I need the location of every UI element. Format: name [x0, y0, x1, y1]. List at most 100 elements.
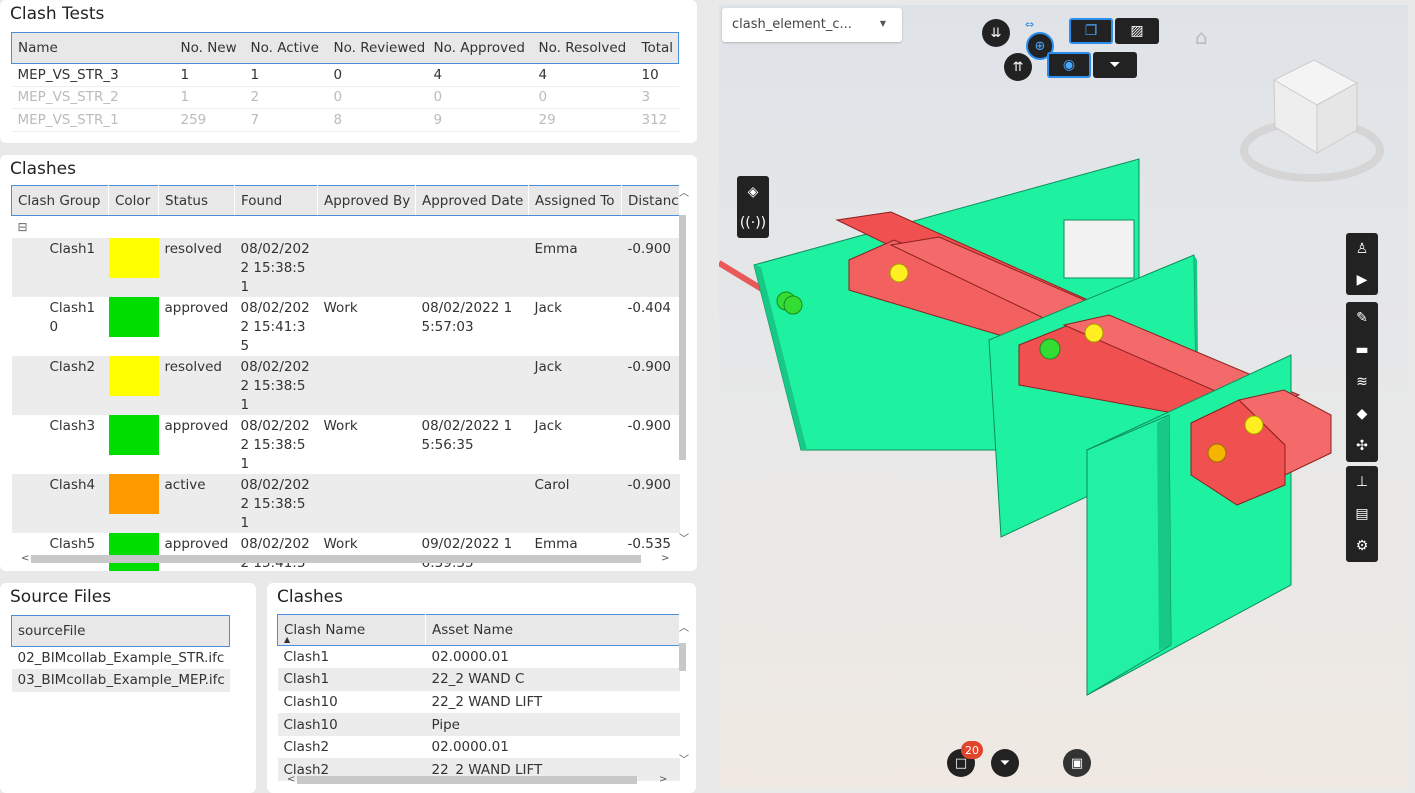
broadcast-icon[interactable]: ((·))	[737, 207, 769, 238]
clash-asset-row[interactable]: Clash1 22_2 WAND C	[277, 668, 680, 691]
clash-assets-title: Clashes	[277, 587, 343, 607]
column-header[interactable]: No. New	[174, 32, 245, 64]
scroll-down-icon[interactable]: ﹀	[679, 530, 689, 545]
column-header[interactable]: Assigned To	[528, 185, 622, 216]
clash-asset-row[interactable]: Clash2 02.0000.01	[278, 736, 680, 759]
properties-icon[interactable]: ▤	[1346, 498, 1378, 530]
wall-opening	[1063, 219, 1135, 279]
column-header[interactable]: No. Resolved	[532, 32, 636, 64]
arrow-up-icon[interactable]: ⇈	[1004, 53, 1032, 81]
clash-distance-cell: -0.900	[621, 238, 680, 297]
copy-icon[interactable]: ❐	[1069, 18, 1113, 44]
clash-asset-row[interactable]: Clash10 Pipe	[277, 713, 680, 736]
column-header[interactable]: Found	[234, 185, 318, 216]
source-file-row[interactable]: 02_BIMcollab_Example_STR.ifc	[12, 647, 230, 670]
scrollbar-thumb[interactable]	[679, 215, 686, 460]
clash-row[interactable]: Clash2 resolved 08/02/2022 15:38:51 Jack -0.…	[11, 356, 680, 415]
column-header[interactable]: Approved Date	[415, 185, 529, 216]
clear-filter-icon[interactable]: ⏷	[991, 749, 1019, 777]
clash-row[interactable]: Clash3 approved 08/02/2022 15:38:51 Work 08/…	[12, 415, 680, 474]
column-header[interactable]: Approved By	[317, 185, 416, 216]
clash-marker-orange[interactable]	[1207, 443, 1227, 463]
clash-marker-yellow[interactable]	[1084, 323, 1104, 343]
scroll-left-icon[interactable]: <	[21, 553, 29, 564]
column-header[interactable]: No. Active	[244, 32, 328, 64]
table-cell: 8	[327, 108, 428, 132]
table-row[interactable]: MEP_VS_STR_2 1 2 0 0 0 3	[11, 86, 679, 109]
clash-row[interactable]: Clash5 approved 08/02/2022 15:41:35 Work 09/…	[12, 533, 680, 571]
layers-icon[interactable]: ◈	[737, 176, 769, 207]
scrollbar-thumb[interactable]	[679, 643, 686, 671]
scroll-down-icon[interactable]: ﹀	[679, 751, 689, 766]
table-row[interactable]: MEP_VS_STR_1 259 7 8 9 29 312	[11, 108, 679, 132]
clash-group-cell: Clash3	[49, 418, 96, 434]
clash-marker-yellow[interactable]	[1244, 415, 1264, 435]
table-row[interactable]: MEP_VS_STR_3 1 1 0 4 4 10	[11, 63, 679, 87]
target-icon[interactable]: ◉	[1047, 52, 1091, 78]
collapse-group-icon[interactable]: ⊟	[18, 220, 28, 234]
cube-icon[interactable]: ◆	[1346, 398, 1378, 430]
color-cell	[108, 474, 159, 533]
scroll-left-icon[interactable]: <	[287, 774, 295, 785]
source-file-name: 02_BIMcollab_Example_STR.ifc	[17, 650, 225, 666]
scroll-up-icon[interactable]: ︿	[679, 619, 689, 634]
clash-name-header[interactable]: Clash Name ▲	[277, 614, 426, 646]
clash-marker-yellow[interactable]	[889, 263, 909, 283]
status-color-swatch	[108, 356, 159, 396]
expand-icon[interactable]: ⇔	[1025, 18, 1034, 31]
column-header[interactable]: Name	[11, 32, 175, 64]
model-viewer[interactable]: clash_element_c... ▼ ⇊ ⇈ ⊕ ⇔ ❐ ▨ ◉ ⏷ ⌂ ◈…	[719, 5, 1408, 788]
scrollbar-thumb[interactable]	[31, 555, 641, 563]
scrollbar-thumb[interactable]	[297, 776, 637, 784]
scroll-right-icon[interactable]: >	[659, 774, 667, 785]
model-scene[interactable]	[719, 5, 1408, 788]
source-file-row[interactable]: 03_BIMcollab_Example_MEP.ifc	[11, 669, 230, 692]
clash-group-cell: Clash10	[49, 300, 96, 335]
clash-assets-vertical-scrollbar[interactable]: ︿ ﹀	[679, 619, 689, 766]
clash-assets-horizontal-scrollbar[interactable]: < >	[277, 774, 679, 786]
clash-asset-row[interactable]: Clash10 22_2 WAND LIFT	[278, 691, 680, 714]
folder-icon[interactable]: ▬	[1346, 334, 1378, 366]
clash-row[interactable]: Clash4 active 08/02/2022 15:38:51 Carol -0.9…	[11, 474, 680, 533]
scroll-up-icon[interactable]: ︿	[679, 184, 689, 199]
filter-icon[interactable]: ⏷	[1093, 52, 1137, 78]
model-dropdown[interactable]: clash_element_c... ▼	[722, 8, 902, 42]
column-header[interactable]: No. Approved	[427, 32, 533, 64]
clash-row[interactable]: Clash10 approved 08/02/2022 15:41:35 Work 08…	[12, 297, 680, 356]
arrow-down-icon[interactable]: ⇊	[982, 19, 1010, 47]
explode-icon[interactable]: ✣	[1346, 430, 1378, 462]
table-cell: 7	[244, 108, 328, 132]
scroll-right-icon[interactable]: >	[661, 553, 669, 564]
clash-marker-green[interactable]	[1039, 338, 1061, 360]
clash-group-cell: Clash5	[49, 536, 96, 552]
column-header[interactable]: Status	[158, 185, 235, 216]
stack-icon[interactable]: ≋	[1346, 366, 1378, 398]
sort-ascending-icon[interactable]: ▲	[284, 635, 290, 644]
column-header[interactable]: Total	[635, 32, 679, 64]
column-header[interactable]: No. Reviewed	[327, 32, 428, 64]
source-file-header[interactable]: sourceFile	[11, 615, 230, 647]
table-cell: MEP_VS_STR_3	[11, 63, 175, 87]
clash-name-cell: Clash2	[283, 739, 330, 756]
clash-asset-row[interactable]: Clash1 02.0000.01	[278, 646, 680, 669]
camera-icon[interactable]: ▶	[1346, 264, 1378, 295]
clashes-vertical-scrollbar[interactable]: ︿ ﹀	[679, 188, 689, 545]
column-header[interactable]: Clash Group	[11, 185, 109, 216]
clash-row[interactable]: Clash1 resolved 08/02/2022 15:38:51 Emma -0.…	[11, 238, 680, 297]
person-icon[interactable]: ♙	[1346, 233, 1378, 264]
save-icon[interactable]: ▣	[1063, 749, 1091, 777]
clash-marker-green[interactable]	[783, 295, 803, 315]
clashes-horizontal-scrollbar[interactable]: < >	[11, 553, 679, 565]
column-header[interactable]: Distance	[621, 185, 680, 216]
hatch-icon[interactable]: ▨	[1115, 18, 1159, 44]
tree-icon[interactable]: ⊥	[1346, 466, 1378, 498]
status-color-swatch	[108, 474, 159, 514]
column-header[interactable]: Color	[108, 185, 159, 216]
group-row[interactable]: ⊟	[11, 215, 680, 238]
settings-icon[interactable]: ⚙	[1346, 530, 1378, 562]
asset-name-header[interactable]: Asset Name	[425, 614, 680, 646]
clash-distance-cell: -0.900	[621, 474, 680, 533]
home-icon[interactable]: ⌂	[1195, 25, 1208, 49]
color-cell	[108, 415, 159, 474]
ruler-icon[interactable]: ✎	[1346, 302, 1378, 334]
